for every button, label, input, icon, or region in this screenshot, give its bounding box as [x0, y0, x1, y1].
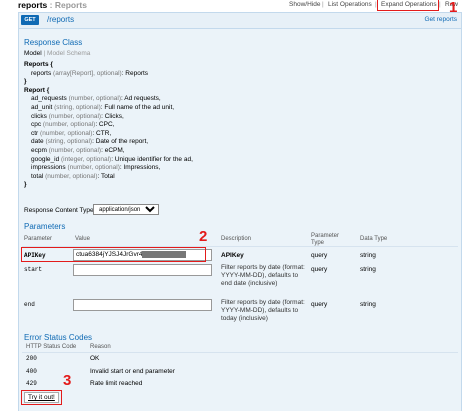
- model-line: Reports {: [24, 61, 53, 68]
- model-signature: Reports { reports (array[Report], option…: [24, 61, 193, 190]
- param-desc-apikey: APIKey: [221, 252, 244, 259]
- param-datatype-end: string: [360, 301, 376, 308]
- model-field-desc: : Total: [97, 172, 115, 180]
- model-line: }: [24, 181, 27, 189]
- column-header-data-type: Data Type: [360, 236, 388, 242]
- tab-model-schema[interactable]: Model Schema: [47, 50, 90, 57]
- http-method-badge[interactable]: GET: [21, 15, 39, 25]
- model-field-type: (integer, optional): [61, 155, 112, 163]
- status-code-400: 400: [26, 368, 37, 375]
- model-line: }: [24, 78, 27, 86]
- param-name-end: end: [24, 301, 35, 308]
- column-header-http-status: HTTP Status Code: [26, 344, 77, 350]
- model-field-desc: : Date of the report,: [92, 138, 149, 146]
- errors-divider: [22, 352, 458, 353]
- model-field-type: (number, optional): [48, 146, 102, 154]
- status-reason-429: Rate limit reached: [90, 380, 143, 387]
- callout-box-try-it-out: [21, 390, 62, 405]
- model-line: Report {: [24, 86, 50, 94]
- column-header-parameter: Parameter: [24, 236, 53, 242]
- column-header-parameter-type: Parameter Type: [311, 233, 340, 246]
- link-separator: |: [439, 1, 441, 8]
- model-field-name: impressions: [31, 164, 68, 172]
- show-hide-link[interactable]: Show/Hide: [289, 1, 320, 8]
- model-field-desc: : Unique identifier for the ad,: [111, 155, 193, 163]
- model-field-type: (number, optional): [40, 129, 93, 137]
- param-type-end: query: [311, 301, 328, 308]
- resource-title[interactable]: reports : Reports: [18, 0, 87, 10]
- model-field-desc: : Reports: [121, 69, 149, 77]
- model-field-desc: : CPC,: [95, 121, 115, 129]
- status-code-200: 200: [26, 355, 37, 362]
- callout-number-3: 3: [63, 372, 72, 389]
- param-datatype-start: string: [360, 266, 376, 273]
- model-field-name: cpc: [31, 121, 43, 129]
- model-field-name: google_id: [31, 155, 61, 163]
- model-field-type: (number, optional): [42, 121, 96, 129]
- status-reason-400: Invalid start or end parameter: [90, 368, 175, 375]
- response-content-type-label: Response Content Type: [24, 207, 94, 214]
- model-field-name: reports: [31, 69, 54, 77]
- model-field-type: (number, optional): [68, 95, 121, 103]
- model-field-name: total: [31, 172, 46, 180]
- column-header-reason: Reason: [90, 344, 111, 350]
- callout-box-apikey: [21, 247, 206, 262]
- model-field-type: (number, optional): [67, 164, 120, 172]
- error-status-heading: Error Status Codes: [24, 333, 93, 342]
- status-reason-200: OK: [90, 355, 100, 362]
- resource-name: reports: [18, 0, 48, 10]
- status-code-429: 429: [26, 380, 37, 387]
- model-field-desc: : eCPM,: [101, 146, 125, 154]
- model-field-name: clicks: [31, 112, 49, 120]
- model-field-name: ctr: [31, 129, 41, 137]
- model-field-type: (string, optional): [54, 103, 101, 111]
- column-header-description: Description: [221, 236, 252, 242]
- callout-box-expand-operations: [377, 0, 439, 11]
- param-datatype-apikey: string: [360, 252, 376, 259]
- response-content-type-select[interactable]: application/json: [93, 204, 159, 215]
- model-field-desc: : Clicks,: [101, 112, 124, 120]
- param-desc-end: Filter reports by date (format: YYYY-MM-…: [221, 299, 305, 322]
- model-tabs: Model | Model Schema: [24, 50, 91, 57]
- param-desc-start: Filter reports by date (format: YYYY-MM-…: [221, 264, 305, 287]
- resource-description: Reports: [54, 0, 87, 10]
- model-field-name: ecpm: [31, 146, 49, 154]
- operation-header[interactable]: [18, 12, 462, 29]
- model-field-desc: : Full name of the ad unit,: [100, 103, 175, 111]
- end-input[interactable]: [73, 299, 212, 311]
- link-separator: |: [322, 1, 324, 8]
- model-field-name: ad_requests: [31, 95, 69, 103]
- model-field-type: (number, optional): [48, 112, 102, 120]
- model-field-name: ad_unit: [31, 103, 55, 111]
- param-type-apikey: query: [311, 252, 328, 259]
- model-field-type: (string, optional): [45, 138, 93, 146]
- param-name-start: start: [24, 266, 43, 273]
- model-field-desc: : Impressions,: [119, 164, 161, 172]
- start-input[interactable]: [73, 264, 212, 276]
- callout-number-2: 2: [199, 228, 208, 245]
- operation-summary[interactable]: Get reports: [424, 16, 457, 23]
- parameters-heading: Parameters: [24, 222, 66, 231]
- response-content-type-select-wrap: application/json: [93, 204, 159, 215]
- tab-model[interactable]: Model: [24, 50, 42, 57]
- model-field-name: date: [31, 138, 46, 146]
- param-type-start: query: [311, 266, 328, 273]
- list-operations-link[interactable]: List Operations: [328, 1, 372, 8]
- model-field-type: (array[Report], optional): [53, 69, 122, 77]
- model-field-desc: : CTR,: [92, 129, 112, 137]
- model-field-type: (number, optional): [45, 172, 98, 180]
- response-class-heading: Response Class: [24, 38, 83, 47]
- model-field-desc: : Ad requests,: [120, 95, 161, 103]
- operation-path[interactable]: /reports: [47, 15, 74, 24]
- resource-title-separator: :: [47, 0, 55, 10]
- column-header-value: Value: [75, 236, 90, 242]
